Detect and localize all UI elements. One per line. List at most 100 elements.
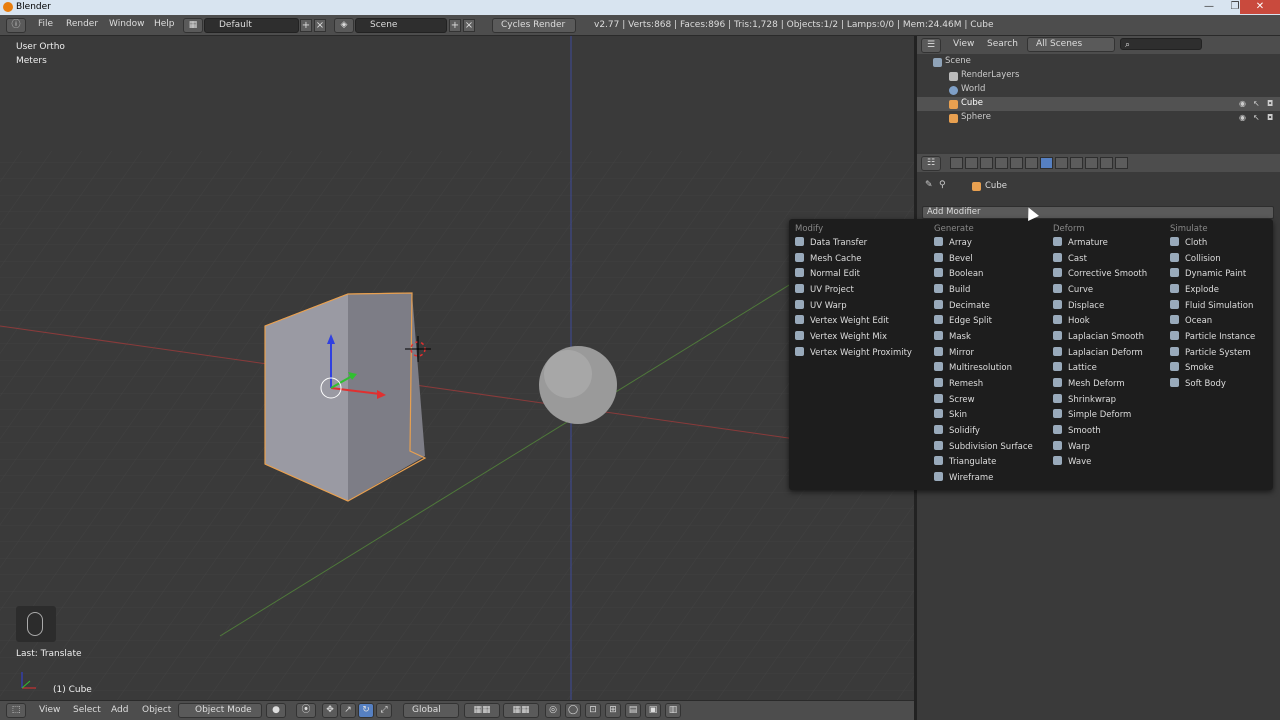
layers-grid-a-icon[interactable]: ▦▦	[464, 703, 500, 718]
modifier-solidify[interactable]: Solidify	[934, 424, 980, 439]
modifier-curve[interactable]: Curve	[1053, 283, 1093, 298]
modifier-lattice[interactable]: Lattice	[1053, 361, 1097, 376]
properties-editor-type-icon[interactable]: ☷	[921, 156, 941, 171]
data-tab-icon[interactable]	[1055, 157, 1068, 169]
modifier-smoke[interactable]: Smoke	[1170, 361, 1214, 376]
modifier-particle-instance[interactable]: Particle Instance	[1170, 330, 1255, 345]
layers-grid-b-icon[interactable]: ▦▦	[503, 703, 539, 718]
physics-tab-icon[interactable]	[1115, 157, 1128, 169]
modifier-laplacian-smooth[interactable]: Laplacian Smooth	[1053, 330, 1144, 345]
lock-layer-icon[interactable]: ◎	[545, 703, 561, 718]
material-tab-icon[interactable]	[1070, 157, 1083, 169]
modifier-vertex-weight-mix[interactable]: Vertex Weight Mix	[795, 330, 887, 345]
add-scene-button[interactable]: +	[449, 19, 461, 32]
render-camera-icon[interactable]: ◘	[1267, 99, 1277, 108]
close-button[interactable]: ✕	[1240, 0, 1280, 14]
modifier-hook[interactable]: Hook	[1053, 314, 1090, 329]
select-arrow-icon[interactable]: ↖	[1253, 113, 1263, 122]
visibility-eye-icon[interactable]: ◉	[1239, 99, 1249, 108]
mode-select[interactable]: Object Mode	[178, 703, 262, 718]
delete-scene-button[interactable]: ×	[463, 19, 475, 32]
modifier-particle-system[interactable]: Particle System	[1170, 346, 1251, 361]
outliner-menu-view[interactable]: View	[953, 39, 974, 49]
world-tab-icon[interactable]	[995, 157, 1008, 169]
modifier-collision[interactable]: Collision	[1170, 252, 1221, 267]
editor-type-icon[interactable]: ⓘ	[6, 18, 26, 33]
modifier-explode[interactable]: Explode	[1170, 283, 1219, 298]
outliner-row-scene[interactable]: Scene	[917, 55, 1280, 69]
outliner-search-input[interactable]: ⌕	[1120, 38, 1202, 50]
modifier-corrective-smooth[interactable]: Corrective Smooth	[1053, 267, 1147, 282]
modifier-mesh-cache[interactable]: Mesh Cache	[795, 252, 862, 267]
visibility-eye-icon[interactable]: ◉	[1239, 113, 1249, 122]
select-arrow-icon[interactable]: ↖	[1253, 99, 1263, 108]
minimize-button[interactable]: —	[1196, 0, 1222, 14]
particles-tab-icon[interactable]	[1100, 157, 1113, 169]
modifier-multiresolution[interactable]: Multiresolution	[934, 361, 1012, 376]
modifier-mask[interactable]: Mask	[934, 330, 971, 345]
screen-layout-field[interactable]: Default	[204, 18, 299, 33]
modifier-soft-body[interactable]: Soft Body	[1170, 377, 1226, 392]
outliner-row-cube[interactable]: Cube ◉ ↖ ◘	[917, 97, 1280, 111]
modifier-displace[interactable]: Displace	[1053, 299, 1104, 314]
modifier-vertex-weight-edit[interactable]: Vertex Weight Edit	[795, 314, 889, 329]
snap-element-icon[interactable]: ⊞	[605, 703, 621, 718]
modifier-build[interactable]: Build	[934, 283, 970, 298]
orientation-select[interactable]: Global	[403, 703, 459, 718]
modifier-uv-warp[interactable]: UV Warp	[795, 299, 847, 314]
add-screen-button[interactable]: +	[300, 19, 312, 32]
modifier-skin[interactable]: Skin	[934, 408, 967, 423]
constraints-tab-icon[interactable]	[1025, 157, 1038, 169]
modifier-subdivision-surface[interactable]: Subdivision Surface	[934, 440, 1033, 455]
opengl-render-icon[interactable]: ▣	[645, 703, 661, 718]
scene-tab-icon[interactable]	[980, 157, 993, 169]
modifier-laplacian-deform[interactable]: Laplacian Deform	[1053, 346, 1143, 361]
render-camera-icon[interactable]: ◘	[1267, 113, 1277, 122]
modifier-cast[interactable]: Cast	[1053, 252, 1087, 267]
proportional-edit-icon[interactable]: ◯	[565, 703, 581, 718]
pin-icon[interactable]: ✎	[925, 180, 933, 190]
modifier-data-transfer[interactable]: Data Transfer	[795, 236, 867, 251]
opengl-anim-icon[interactable]: ▥	[665, 703, 681, 718]
modifier-wave[interactable]: Wave	[1053, 455, 1091, 470]
modifier-edge-split[interactable]: Edge Split	[934, 314, 992, 329]
modifier-ocean[interactable]: Ocean	[1170, 314, 1212, 329]
menu-select[interactable]: Select	[73, 705, 101, 715]
render-preview-icon[interactable]: ▤	[625, 703, 641, 718]
rotate-manipulator-icon[interactable]: ↻	[358, 703, 374, 718]
modifier-bevel[interactable]: Bevel	[934, 252, 973, 267]
modifier-boolean[interactable]: Boolean	[934, 267, 983, 282]
outliner-row-sphere[interactable]: Sphere ◉ ↖ ◘	[917, 111, 1280, 125]
pivot-point-icon[interactable]: ⦿	[296, 703, 316, 718]
modifier-remesh[interactable]: Remesh	[934, 377, 983, 392]
viewport-editor-type-icon[interactable]: ⬚	[6, 703, 26, 718]
modifier-shrinkwrap[interactable]: Shrinkwrap	[1053, 393, 1116, 408]
screen-layout-icon[interactable]: ▦	[183, 18, 203, 33]
modifier-warp[interactable]: Warp	[1053, 440, 1090, 455]
menu-file[interactable]: File	[38, 19, 53, 29]
modifier-wireframe[interactable]: Wireframe	[934, 471, 993, 486]
translate-manipulator-icon[interactable]: ↗	[340, 703, 356, 718]
modifiers-tab-icon[interactable]	[1040, 157, 1053, 169]
modifier-mesh-deform[interactable]: Mesh Deform	[1053, 377, 1125, 392]
scene-icon[interactable]: ◈	[334, 18, 354, 33]
modifier-screw[interactable]: Screw	[934, 393, 975, 408]
modifier-simple-deform[interactable]: Simple Deform	[1053, 408, 1131, 423]
add-modifier-button[interactable]: Add Modifier	[922, 206, 1274, 219]
3d-viewport[interactable]: User Ortho Meters Last: Translate (1) Cu…	[0, 36, 915, 700]
scale-manipulator-icon[interactable]: ⤢	[376, 703, 392, 718]
snap-icon[interactable]: ⊡	[585, 703, 601, 718]
modifier-vertex-weight-proximity[interactable]: Vertex Weight Proximity	[795, 346, 912, 361]
menu-object[interactable]: Object	[142, 705, 171, 715]
outliner-row-world[interactable]: World	[917, 83, 1280, 97]
render-engine-select[interactable]: Cycles Render	[492, 18, 576, 33]
shading-mode-icon[interactable]: ●	[266, 703, 286, 718]
scene-field[interactable]: Scene	[355, 18, 447, 33]
modifier-array[interactable]: Array	[934, 236, 972, 251]
modifier-normal-edit[interactable]: Normal Edit	[795, 267, 860, 282]
modifier-dynamic-paint[interactable]: Dynamic Paint	[1170, 267, 1246, 282]
render-layers-tab-icon[interactable]	[965, 157, 978, 169]
outliner-editor-type-icon[interactable]: ☰	[921, 38, 941, 53]
object-tab-icon[interactable]	[1010, 157, 1023, 169]
render-tab-icon[interactable]	[950, 157, 963, 169]
